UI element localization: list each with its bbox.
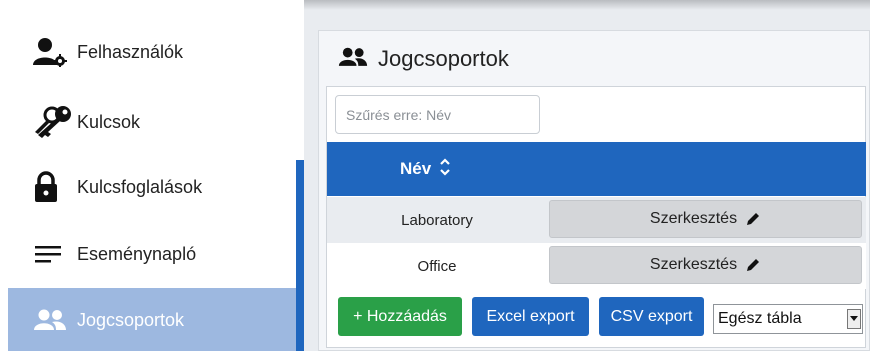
user-gear-icon xyxy=(33,32,77,72)
group-icon xyxy=(33,300,77,340)
page-title: Jogcsoportok xyxy=(338,42,509,76)
sidebar-item-users[interactable]: Felhasználók xyxy=(8,20,296,84)
keys-icon xyxy=(33,102,77,142)
export-scope-select[interactable]: Egész tábla xyxy=(713,304,863,334)
sidebar-item-label: Felhasználók xyxy=(77,41,184,62)
csv-export-button[interactable]: CSV export xyxy=(599,297,704,336)
edit-label: Szerkesztés xyxy=(649,256,738,273)
sidebar: Felhasználók Kulcsok Kulcsfoglalások Ese… xyxy=(0,0,296,351)
name-filter-input[interactable] xyxy=(335,95,540,134)
sidebar-item-label: Kulcsok xyxy=(77,111,141,132)
sidebar-scroll-indicator xyxy=(296,160,304,351)
page-title-text: Jogcsoportok xyxy=(378,46,509,71)
dropdown-arrow-icon[interactable] xyxy=(847,309,861,329)
sidebar-item-label: Jogcsoportok xyxy=(77,309,185,330)
pencil-icon xyxy=(747,259,760,271)
list-lines-icon xyxy=(33,234,77,274)
export-scope-value: Egész tábla xyxy=(718,310,802,327)
column-label: Név xyxy=(400,159,432,178)
excel-export-button[interactable]: Excel export xyxy=(472,297,589,336)
edit-button[interactable]: Szerkesztés xyxy=(549,246,862,284)
sort-icon[interactable] xyxy=(439,157,451,182)
group-name-cell: Office xyxy=(417,257,457,275)
sidebar-item-label: Kulcsfoglalások xyxy=(77,176,203,197)
sidebar-item-keys[interactable]: Kulcsok xyxy=(8,90,296,154)
lock-icon xyxy=(33,167,77,207)
group-name-cell: Laboratory xyxy=(401,211,473,229)
sidebar-item-permission-groups[interactable]: Jogcsoportok xyxy=(8,288,296,351)
edit-button[interactable]: Szerkesztés xyxy=(549,200,862,238)
edit-label: Szerkesztés xyxy=(649,210,738,227)
name-column-header[interactable]: Név xyxy=(400,142,451,196)
header-shadow xyxy=(304,0,870,10)
group-icon xyxy=(338,46,368,73)
sidebar-item-key-bookings[interactable]: Kulcsfoglalások xyxy=(8,155,296,219)
sidebar-item-event-log[interactable]: Eseménynapló xyxy=(8,222,296,286)
add-button[interactable]: + Hozzáadás xyxy=(338,297,462,336)
pencil-icon xyxy=(747,213,760,225)
sidebar-item-label: Eseménynapló xyxy=(77,243,197,264)
